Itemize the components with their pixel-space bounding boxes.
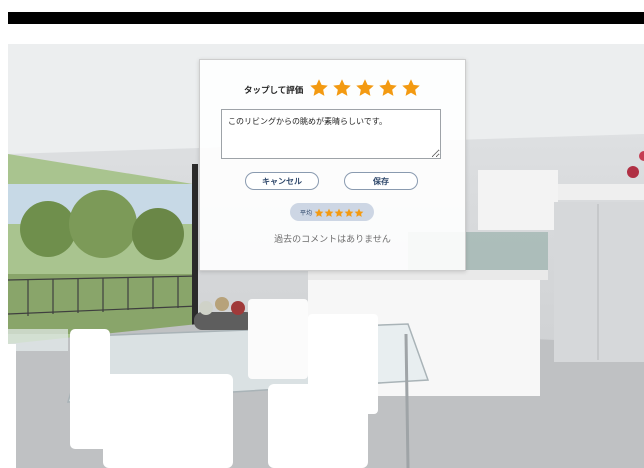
star-icon (334, 208, 344, 218)
star-icon[interactable] (355, 78, 375, 98)
star-icon[interactable] (309, 78, 329, 98)
rating-label: タップして評価 (244, 86, 304, 96)
cancel-button[interactable]: キャンセル (245, 172, 319, 190)
rating-row: タップして評価 (244, 78, 424, 102)
average-stars (314, 203, 364, 222)
no-comments-text: 過去のコメントはありません (274, 235, 391, 245)
star-icon (324, 208, 334, 218)
star-icon (354, 208, 364, 218)
star-icon[interactable] (378, 78, 398, 98)
star-icon[interactable] (332, 78, 352, 98)
average-label: 平均 (299, 209, 312, 217)
save-button[interactable]: 保存 (344, 172, 418, 190)
star-icon (344, 208, 354, 218)
rating-dialog: タップして評価 このリビングからの眺めが素晴らしいです。 キャンセル 保存 平均… (199, 59, 466, 271)
average-rating-badge: 平均 (290, 203, 374, 221)
rating-stars (309, 78, 424, 102)
comment-input[interactable]: このリビングからの眺めが素晴らしいです。 (221, 109, 441, 159)
star-icon[interactable] (401, 78, 421, 98)
top-bar (8, 12, 644, 24)
star-icon (314, 208, 324, 218)
